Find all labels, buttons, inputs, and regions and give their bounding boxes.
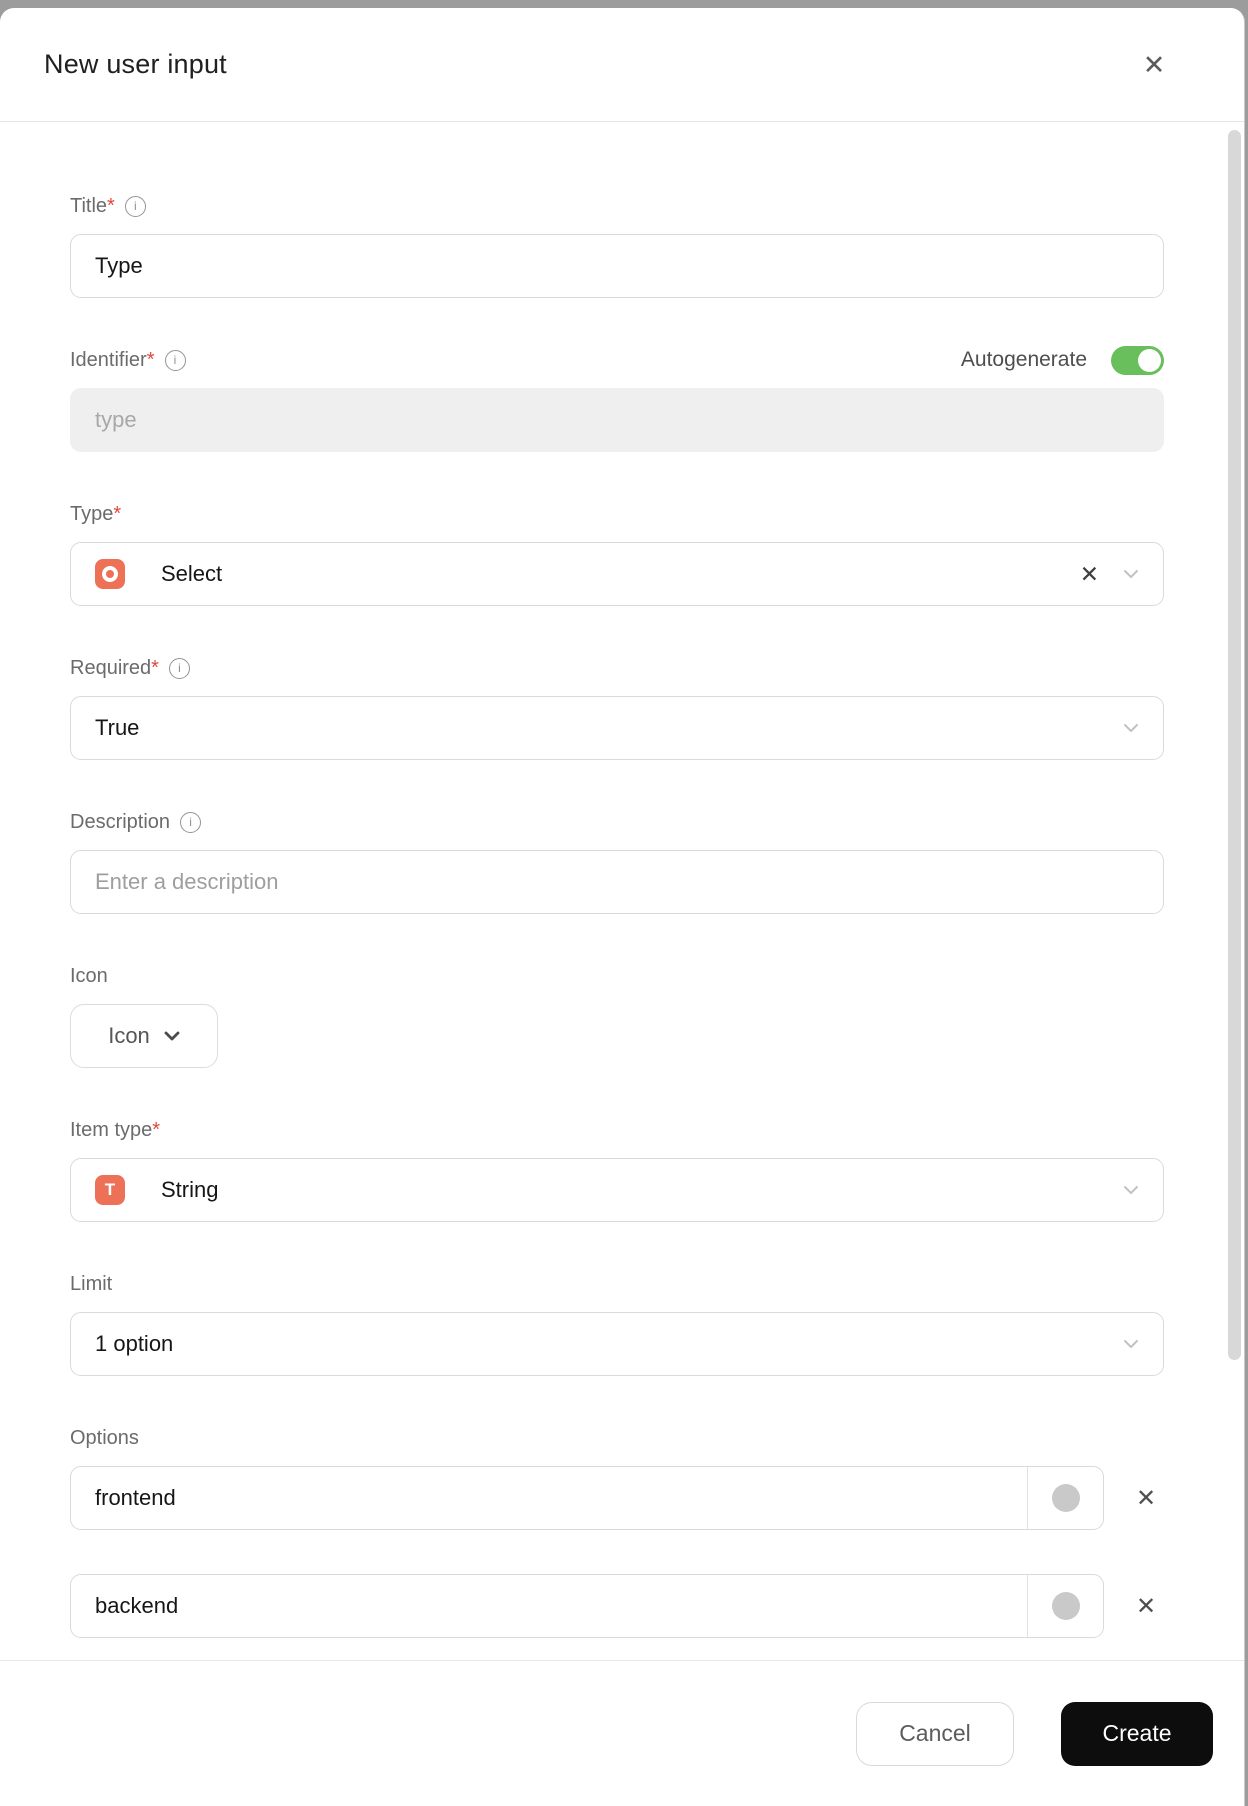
type-label: Type*	[70, 502, 122, 525]
item-type-select[interactable]: T String	[70, 1158, 1164, 1222]
option-color-swatch[interactable]	[1027, 1575, 1103, 1637]
remove-option-icon[interactable]: ✕	[1128, 1592, 1164, 1621]
option-row: ✕	[70, 1466, 1164, 1530]
option-row: ✕	[70, 1574, 1164, 1638]
identifier-field-group: Identifier* i Autogenerate	[70, 345, 1164, 452]
new-user-input-dialog: New user input ✕ Title* i Identifier* i …	[0, 8, 1245, 1806]
type-select-value: Select	[161, 561, 223, 586]
remove-option-icon[interactable]: ✕	[1128, 1484, 1164, 1513]
string-type-icon: T	[95, 1175, 125, 1205]
autogenerate-label: Autogenerate	[960, 348, 1087, 371]
option-input-box	[70, 1574, 1104, 1638]
options-field-group: Options ✕ ✕	[70, 1424, 1164, 1638]
info-icon[interactable]: i	[124, 195, 146, 217]
chevron-down-icon	[1124, 570, 1138, 578]
identifier-label: Identifier*	[70, 348, 155, 371]
info-icon[interactable]: i	[168, 657, 190, 679]
limit-select-value: 1 option	[95, 1331, 174, 1356]
dialog-body: Title* i Identifier* i Autogenerate Type…	[0, 122, 1244, 1660]
identifier-input	[70, 388, 1164, 452]
chevron-down-icon	[1124, 1340, 1138, 1348]
color-circle-icon	[1051, 1484, 1080, 1512]
chevron-down-icon	[1124, 724, 1138, 732]
required-select-value: True	[95, 715, 140, 740]
icon-label: Icon	[70, 964, 108, 987]
title-field-group: Title* i	[70, 192, 1164, 298]
description-label: Description	[70, 810, 171, 833]
scrollbar[interactable]	[1228, 130, 1241, 1360]
options-label: Options	[70, 1426, 139, 1449]
close-icon[interactable]: ✕	[1134, 45, 1174, 85]
limit-label: Limit	[70, 1272, 113, 1295]
icon-picker-label: Icon	[108, 1023, 150, 1048]
chevron-down-icon	[164, 1031, 180, 1041]
limit-field-group: Limit 1 option	[70, 1270, 1164, 1376]
option-input-box	[70, 1466, 1104, 1530]
cancel-button[interactable]: Cancel	[856, 1701, 1014, 1766]
select-type-icon	[95, 559, 125, 589]
icon-picker-button[interactable]: Icon	[70, 1004, 218, 1068]
description-input[interactable]	[70, 850, 1164, 914]
item-type-field-group: Item type* T String	[70, 1116, 1164, 1222]
option-input[interactable]	[71, 1575, 1027, 1637]
page-title: New user input	[44, 49, 227, 79]
icon-field-group: Icon Icon	[70, 962, 1164, 1068]
dialog-header: New user input ✕	[0, 8, 1244, 122]
required-label: Required*	[70, 656, 159, 679]
required-field-group: Required* i True	[70, 654, 1164, 760]
limit-select[interactable]: 1 option	[70, 1312, 1164, 1376]
color-circle-icon	[1051, 1592, 1080, 1620]
type-field-group: Type* Select ✕	[70, 500, 1164, 606]
autogenerate-toggle[interactable]	[1111, 345, 1164, 375]
title-input[interactable]	[70, 234, 1164, 298]
description-field-group: Description i	[70, 808, 1164, 914]
type-select[interactable]: Select ✕	[70, 542, 1164, 606]
dialog-footer: Cancel Create	[0, 1660, 1244, 1806]
option-input[interactable]	[71, 1467, 1027, 1529]
toggle-knob	[1138, 348, 1161, 372]
title-label: Title*	[70, 194, 115, 217]
info-icon[interactable]: i	[180, 811, 202, 833]
item-type-label: Item type*	[70, 1118, 161, 1141]
chevron-down-icon	[1124, 1186, 1138, 1194]
item-type-select-value: String	[161, 1177, 219, 1202]
clear-icon[interactable]: ✕	[1080, 561, 1099, 588]
option-color-swatch[interactable]	[1027, 1467, 1103, 1529]
create-button[interactable]: Create	[1061, 1701, 1213, 1766]
info-icon[interactable]: i	[164, 349, 186, 371]
required-select[interactable]: True	[70, 696, 1164, 760]
